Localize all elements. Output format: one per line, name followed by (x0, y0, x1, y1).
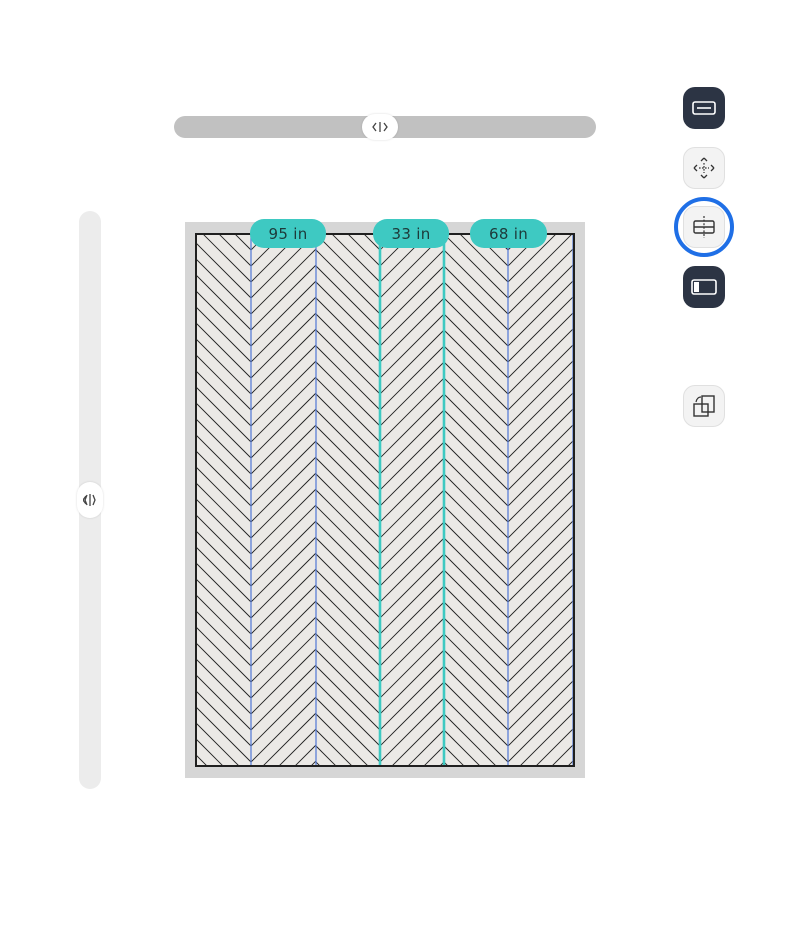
panel-icon (691, 279, 717, 295)
panel-tool-button[interactable] (683, 266, 725, 308)
herringbone-floor (195, 233, 575, 767)
rotate-tool-button[interactable] (683, 385, 725, 427)
pattern-tool-button[interactable] (683, 87, 725, 129)
vertical-slider[interactable] (77, 211, 103, 789)
move-icon (693, 157, 715, 179)
floor-canvas[interactable] (185, 222, 585, 778)
horizontal-handle-icon (372, 122, 388, 132)
horizontal-slider-thumb[interactable] (362, 114, 398, 140)
pattern-icon (692, 101, 716, 115)
vertical-slider-thumb[interactable] (77, 482, 103, 518)
move-tool-button[interactable] (683, 147, 725, 189)
vertical-handle-icon (83, 494, 96, 506)
horizontal-slider[interactable] (174, 114, 596, 140)
measurement-label-middle[interactable]: 33 in (373, 219, 449, 248)
measurement-label-left[interactable]: 95 in (250, 219, 326, 248)
rotate-icon (693, 395, 715, 417)
measurement-label-right[interactable]: 68 in (470, 219, 547, 248)
split-column-tool-button[interactable] (683, 206, 725, 248)
split-column-icon (693, 216, 715, 238)
